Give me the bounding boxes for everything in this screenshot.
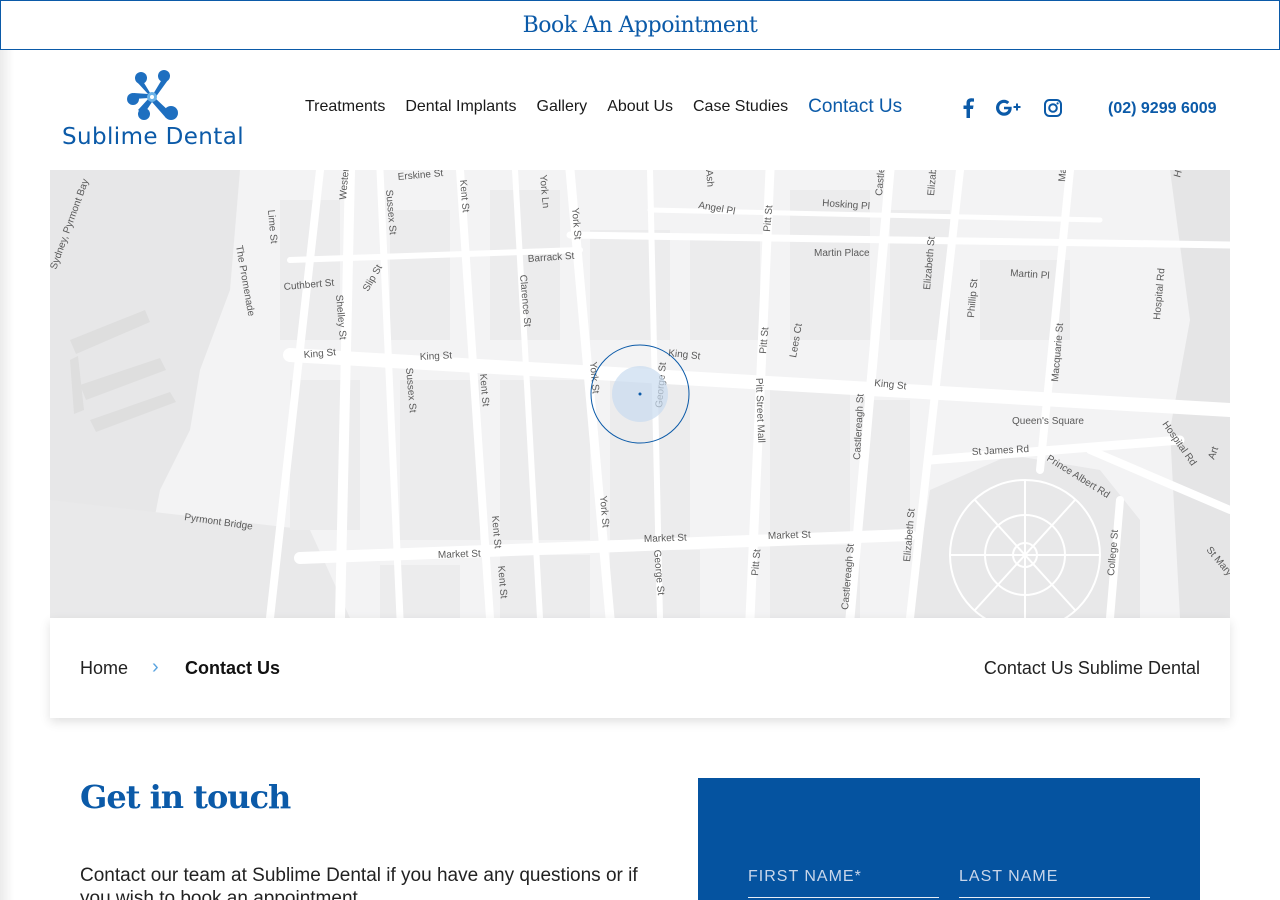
first-name-input[interactable] bbox=[748, 862, 939, 892]
contact-description: Contact our team at Sublime Dental if yo… bbox=[80, 865, 638, 900]
first-name-field-wrap bbox=[748, 862, 939, 898]
breadcrumb-home-link[interactable]: Home bbox=[80, 658, 128, 679]
map-label: Pitt St bbox=[762, 205, 775, 233]
last-name-field-wrap bbox=[959, 862, 1150, 898]
map-label: Market St bbox=[438, 549, 481, 561]
contact-heading: Get in touch bbox=[80, 778, 291, 816]
nav-contact-us[interactable]: Contact Us bbox=[808, 96, 902, 118]
nav-case-studies[interactable]: Case Studies bbox=[693, 98, 788, 118]
map-label: Pitt St bbox=[750, 549, 763, 577]
google-plus-icon[interactable] bbox=[996, 99, 1022, 122]
map-label: Queen's Square bbox=[1012, 416, 1084, 427]
book-appointment-link[interactable]: Book An Appointment bbox=[523, 13, 758, 38]
social-links bbox=[962, 98, 1062, 123]
logo[interactable]: Sublime Dental bbox=[50, 68, 256, 152]
main-nav: Treatments Dental Implants Gallery About… bbox=[305, 96, 922, 118]
nav-gallery[interactable]: Gallery bbox=[537, 98, 588, 118]
nav-dental-implants[interactable]: Dental Implants bbox=[405, 98, 516, 118]
nav-treatments[interactable]: Treatments bbox=[305, 98, 385, 118]
nav-about-us[interactable]: About Us bbox=[607, 98, 673, 118]
logo-text: Sublime Dental bbox=[62, 124, 244, 150]
map-label: Martin Place bbox=[814, 248, 870, 259]
map-label: Pitt Street Mall bbox=[753, 378, 766, 443]
map-label: Market St bbox=[644, 533, 687, 545]
facebook-icon[interactable] bbox=[962, 98, 974, 123]
map-canvas: Erskine St Western Sussex St Kent St Yor… bbox=[50, 170, 1230, 618]
appointment-bar: Book An Appointment bbox=[0, 0, 1280, 50]
instagram-icon[interactable] bbox=[1044, 99, 1062, 122]
map-label: Ash bbox=[703, 170, 715, 187]
breadcrumb-bar: Home › Contact Us Contact Us Sublime Den… bbox=[50, 618, 1230, 718]
chevron-right-icon: › bbox=[152, 656, 159, 678]
page-title: Contact Us Sublime Dental bbox=[983, 658, 1200, 678]
map-label: Pitt St bbox=[758, 327, 771, 355]
contact-form bbox=[698, 778, 1200, 900]
phone-number[interactable]: (02) 9299 6009 bbox=[1108, 100, 1217, 118]
page-shadow bbox=[0, 50, 14, 900]
site-header: Sublime Dental Treatments Dental Implant… bbox=[0, 50, 1280, 170]
logo-mark-icon bbox=[127, 70, 178, 120]
map-label: Market St bbox=[768, 530, 811, 542]
breadcrumb-current: Contact Us bbox=[185, 658, 281, 678]
last-name-input[interactable] bbox=[959, 862, 1150, 892]
map-label: King St bbox=[420, 350, 453, 363]
location-map[interactable]: Erskine St Western Sussex St Kent St Yor… bbox=[50, 170, 1230, 618]
map-label: Ma bbox=[1057, 170, 1069, 182]
